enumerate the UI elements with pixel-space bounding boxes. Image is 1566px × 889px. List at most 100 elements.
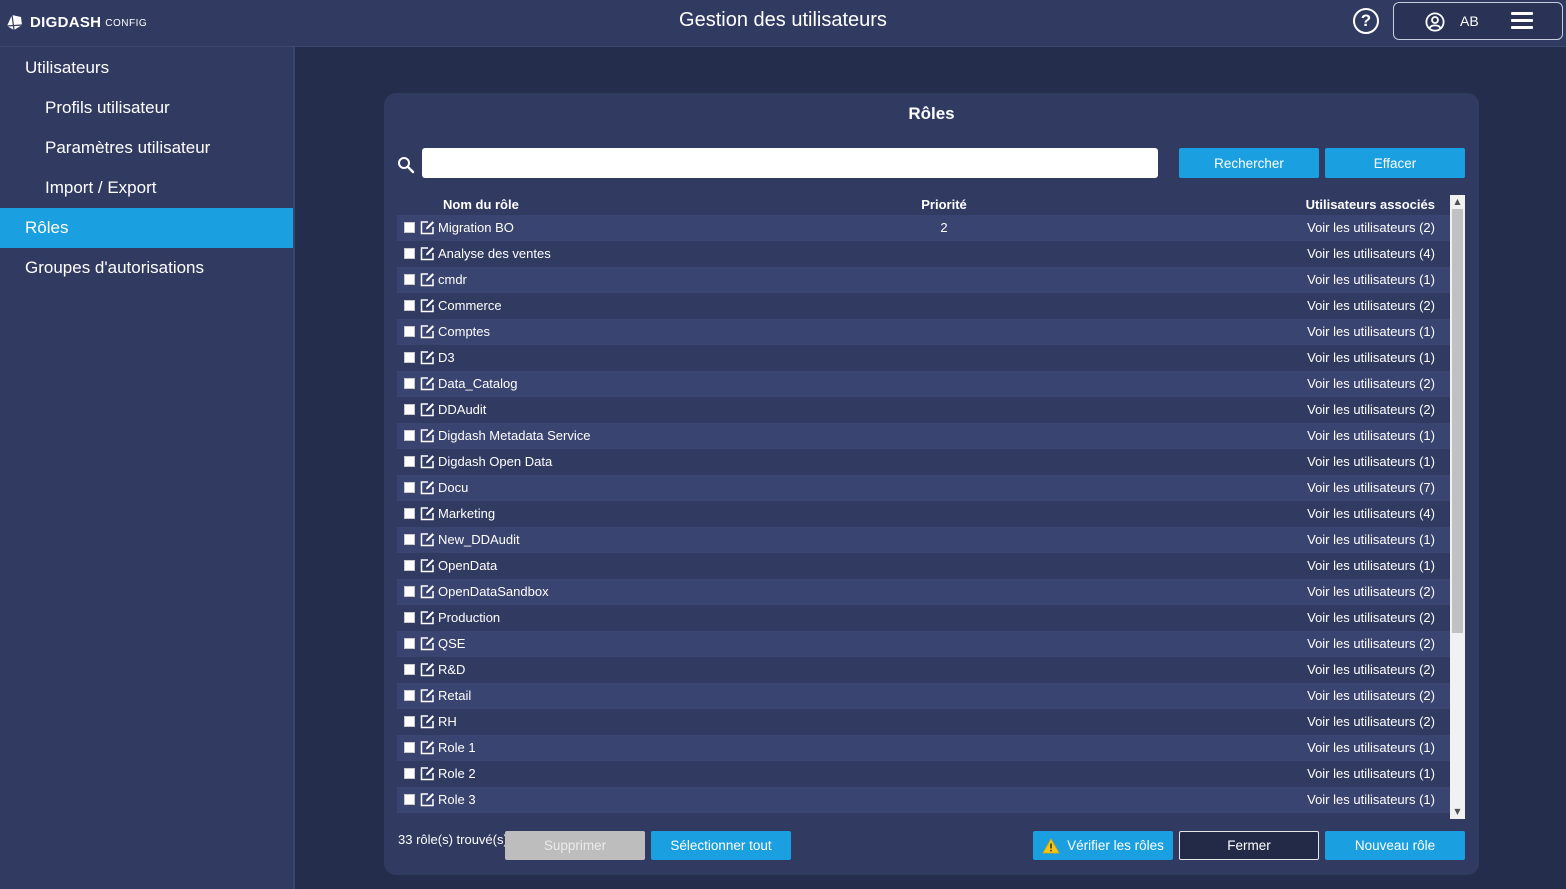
search-button[interactable]: Rechercher (1179, 148, 1319, 178)
role-name[interactable]: Comptes (438, 324, 490, 339)
edit-icon[interactable] (420, 324, 435, 339)
role-name[interactable]: D3 (438, 350, 455, 365)
row-checkbox[interactable] (404, 742, 415, 753)
role-users-link[interactable]: Voir les utilisateurs (2) (1307, 298, 1435, 313)
row-checkbox[interactable] (404, 716, 415, 727)
sidebar-item-import-export[interactable]: Import / Export (0, 168, 293, 208)
role-name[interactable]: RH (438, 714, 457, 729)
role-users-link[interactable]: Voir les utilisateurs (1) (1307, 324, 1435, 339)
role-name[interactable]: R&D (438, 662, 465, 677)
search-input[interactable] (422, 148, 1158, 178)
role-name[interactable]: Role 1 (438, 740, 476, 755)
role-name[interactable]: Digdash Metadata Service (438, 428, 590, 443)
role-name[interactable]: Production (438, 610, 500, 625)
edit-icon[interactable] (420, 506, 435, 521)
scroll-up-icon[interactable]: ▲ (1450, 195, 1465, 209)
user-menu[interactable]: AB (1393, 2, 1563, 40)
sidebar-item-roles[interactable]: Rôles (0, 208, 293, 248)
role-users-link[interactable]: Voir les utilisateurs (2) (1307, 636, 1435, 651)
row-checkbox[interactable] (404, 508, 415, 519)
row-checkbox[interactable] (404, 378, 415, 389)
menu-icon[interactable] (1511, 12, 1533, 30)
role-name[interactable]: Migration BO (438, 220, 514, 235)
row-checkbox[interactable] (404, 482, 415, 493)
row-checkbox[interactable] (404, 690, 415, 701)
role-users-link[interactable]: Voir les utilisateurs (7) (1307, 480, 1435, 495)
edit-icon[interactable] (420, 792, 435, 807)
edit-icon[interactable] (420, 246, 435, 261)
edit-icon[interactable] (420, 766, 435, 781)
row-checkbox[interactable] (404, 300, 415, 311)
edit-icon[interactable] (420, 350, 435, 365)
column-header-users[interactable]: Utilisateurs associés (1306, 197, 1435, 212)
role-users-link[interactable]: Voir les utilisateurs (2) (1307, 376, 1435, 391)
role-users-link[interactable]: Voir les utilisateurs (2) (1307, 714, 1435, 729)
edit-icon[interactable] (420, 714, 435, 729)
edit-icon[interactable] (420, 454, 435, 469)
role-users-link[interactable]: Voir les utilisateurs (1) (1307, 272, 1435, 287)
sidebar-item-parametres-utilisateur[interactable]: Paramètres utilisateur (0, 128, 293, 168)
role-users-link[interactable]: Voir les utilisateurs (4) (1307, 246, 1435, 261)
role-name[interactable]: Docu (438, 480, 468, 495)
role-name[interactable]: Analyse des ventes (438, 246, 551, 261)
edit-icon[interactable] (420, 584, 435, 599)
row-checkbox[interactable] (404, 248, 415, 259)
column-header-name[interactable]: Nom du rôle (443, 197, 519, 212)
role-name[interactable]: OpenDataSandbox (438, 584, 549, 599)
role-users-link[interactable]: Voir les utilisateurs (1) (1307, 428, 1435, 443)
row-checkbox[interactable] (404, 768, 415, 779)
sidebar-item-utilisateurs[interactable]: Utilisateurs (0, 48, 293, 88)
scroll-thumb[interactable] (1452, 209, 1463, 633)
role-name[interactable]: QSE (438, 636, 465, 651)
edit-icon[interactable] (420, 402, 435, 417)
row-checkbox[interactable] (404, 404, 415, 415)
edit-icon[interactable] (420, 558, 435, 573)
row-checkbox[interactable] (404, 664, 415, 675)
clear-button[interactable]: Effacer (1325, 148, 1465, 178)
row-checkbox[interactable] (404, 222, 415, 233)
sidebar-item-profils-utilisateur[interactable]: Profils utilisateur (0, 88, 293, 128)
row-checkbox[interactable] (404, 534, 415, 545)
edit-icon[interactable] (420, 688, 435, 703)
role-users-link[interactable]: Voir les utilisateurs (2) (1307, 688, 1435, 703)
role-name[interactable]: Retail (438, 688, 471, 703)
edit-icon[interactable] (420, 220, 435, 235)
edit-icon[interactable] (420, 428, 435, 443)
row-checkbox[interactable] (404, 794, 415, 805)
edit-icon[interactable] (420, 532, 435, 547)
table-scrollbar[interactable]: ▲ ▼ (1450, 195, 1465, 819)
role-name[interactable]: cmdr (438, 272, 467, 287)
role-name[interactable]: Commerce (438, 298, 502, 313)
edit-icon[interactable] (420, 480, 435, 495)
role-name[interactable]: Role 2 (438, 766, 476, 781)
verify-roles-button[interactable]: Vérifier les rôles (1033, 831, 1173, 860)
role-users-link[interactable]: Voir les utilisateurs (1) (1307, 558, 1435, 573)
edit-icon[interactable] (420, 376, 435, 391)
edit-icon[interactable] (420, 298, 435, 313)
role-users-link[interactable]: Voir les utilisateurs (1) (1307, 792, 1435, 807)
role-users-link[interactable]: Voir les utilisateurs (1) (1307, 454, 1435, 469)
row-checkbox[interactable] (404, 352, 415, 363)
role-users-link[interactable]: Voir les utilisateurs (4) (1307, 506, 1435, 521)
delete-button[interactable]: Supprimer (505, 831, 645, 860)
role-users-link[interactable]: Voir les utilisateurs (2) (1307, 610, 1435, 625)
row-checkbox[interactable] (404, 326, 415, 337)
role-name[interactable]: Role 3 (438, 792, 476, 807)
row-checkbox[interactable] (404, 274, 415, 285)
role-users-link[interactable]: Voir les utilisateurs (2) (1307, 220, 1435, 235)
edit-icon[interactable] (420, 272, 435, 287)
edit-icon[interactable] (420, 610, 435, 625)
row-checkbox[interactable] (404, 586, 415, 597)
row-checkbox[interactable] (404, 638, 415, 649)
role-users-link[interactable]: Voir les utilisateurs (1) (1307, 740, 1435, 755)
new-role-button[interactable]: Nouveau rôle (1325, 831, 1465, 860)
help-icon[interactable]: ? (1353, 8, 1379, 34)
sidebar-item-groupes-autorisations[interactable]: Groupes d'autorisations (0, 248, 293, 288)
role-name[interactable]: New_DDAudit (438, 532, 520, 547)
role-name[interactable]: DDAudit (438, 402, 486, 417)
role-users-link[interactable]: Voir les utilisateurs (2) (1307, 662, 1435, 677)
close-button[interactable]: Fermer (1179, 831, 1319, 860)
row-checkbox[interactable] (404, 560, 415, 571)
role-users-link[interactable]: Voir les utilisateurs (1) (1307, 350, 1435, 365)
select-all-button[interactable]: Sélectionner tout (651, 831, 791, 860)
